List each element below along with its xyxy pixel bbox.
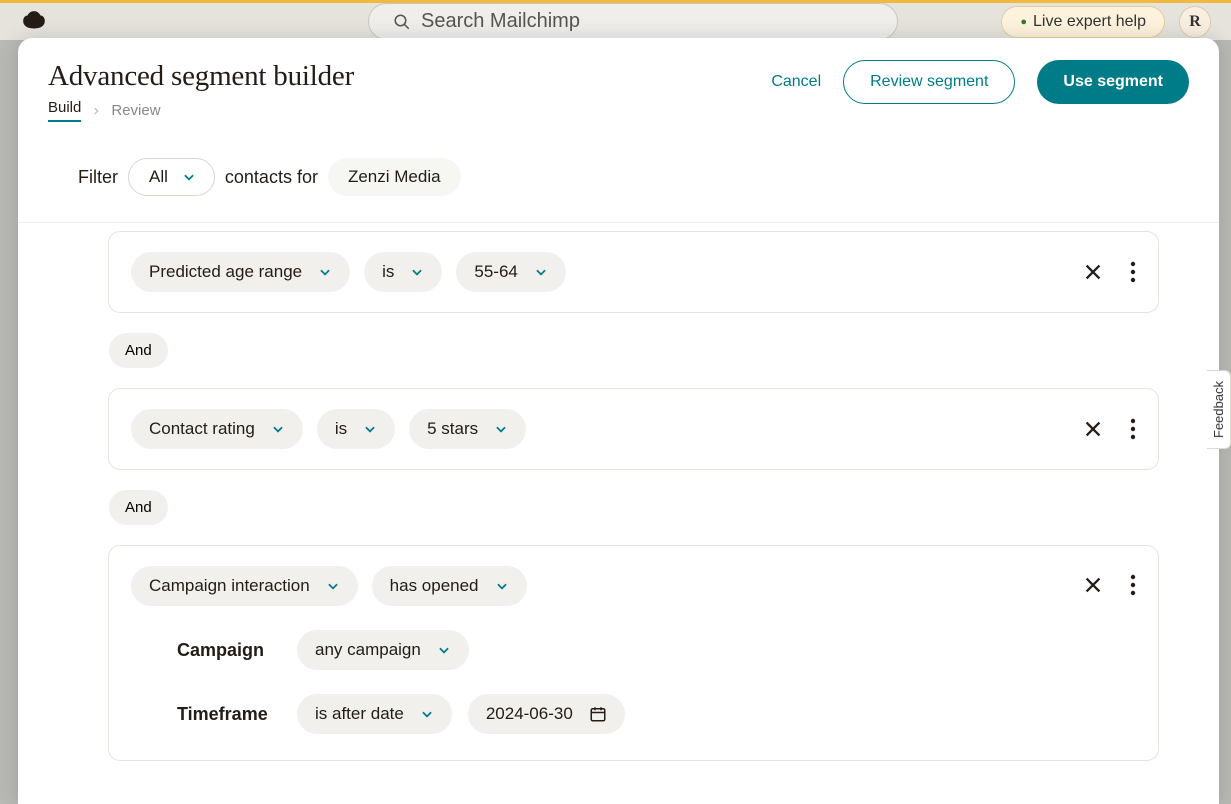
- campaign-label: Campaign: [177, 640, 281, 661]
- chevron-down-icon: [363, 422, 377, 436]
- field-dropdown[interactable]: Predicted age range: [131, 252, 350, 292]
- condition-card: Contact rating is 5 stars: [108, 388, 1159, 470]
- background-header: Search Mailchimp ● Live expert help R: [0, 0, 1231, 40]
- filter-scope-dropdown[interactable]: All: [128, 158, 215, 196]
- close-icon[interactable]: [1082, 261, 1104, 283]
- search-placeholder: Search Mailchimp: [421, 10, 580, 33]
- filter-label: Filter: [78, 167, 118, 188]
- value-dropdown[interactable]: 55-64: [456, 252, 565, 292]
- segment-builder-modal: Advanced segment builder Build Review Ca…: [18, 38, 1219, 804]
- feedback-tab[interactable]: Feedback: [1207, 370, 1231, 449]
- audience-name[interactable]: Zenzi Media: [328, 158, 461, 196]
- search-icon: [393, 13, 411, 31]
- connector-and[interactable]: And: [109, 333, 168, 368]
- chevron-down-icon: [318, 265, 332, 279]
- chevron-down-icon: [437, 643, 451, 657]
- chevron-down-icon: [420, 707, 434, 721]
- conditions-area: Predicted age range is 55-64: [18, 231, 1219, 804]
- field-dropdown[interactable]: Contact rating: [131, 409, 303, 449]
- modal-header: Advanced segment builder Build Review Ca…: [18, 38, 1219, 138]
- contacts-for-label: contacts for: [225, 167, 318, 188]
- connector-and[interactable]: And: [109, 490, 168, 525]
- connector: And: [109, 490, 1159, 525]
- header-actions: Cancel Review segment Use segment: [771, 60, 1189, 104]
- use-segment-button[interactable]: Use segment: [1037, 60, 1189, 104]
- chevron-down-icon: [410, 265, 424, 279]
- cancel-button[interactable]: Cancel: [771, 73, 821, 91]
- modal-title: Advanced segment builder: [48, 60, 354, 93]
- value-dropdown[interactable]: 5 stars: [409, 409, 526, 449]
- condition-card: Campaign interaction has opened: [108, 545, 1159, 761]
- filter-bar: Filter All contacts for Zenzi Media: [18, 138, 1219, 223]
- mailchimp-logo-icon: [20, 8, 48, 36]
- operator-dropdown[interactable]: is: [317, 409, 395, 449]
- operator-dropdown[interactable]: has opened: [372, 566, 527, 606]
- modal-body[interactable]: Filter All contacts for Zenzi Media Pred…: [18, 138, 1219, 804]
- operator-dropdown[interactable]: is: [364, 252, 442, 292]
- field-dropdown[interactable]: Campaign interaction: [131, 566, 358, 606]
- chevron-down-icon: [534, 265, 548, 279]
- connector: And: [109, 333, 1159, 368]
- chevron-down-icon: [182, 170, 196, 184]
- timeframe-op-dropdown[interactable]: is after date: [297, 694, 452, 734]
- avatar[interactable]: R: [1179, 6, 1211, 38]
- chevron-down-icon: [326, 579, 340, 593]
- more-icon[interactable]: [1130, 418, 1136, 440]
- review-segment-button[interactable]: Review segment: [843, 60, 1015, 104]
- timeframe-subrow: Timeframe is after date 2024-06-30: [177, 694, 1136, 734]
- live-help-button[interactable]: ● Live expert help: [1001, 6, 1165, 38]
- breadcrumb: Build Review: [48, 99, 354, 122]
- chevron-down-icon: [495, 579, 509, 593]
- more-icon[interactable]: [1130, 574, 1136, 596]
- search-bar[interactable]: Search Mailchimp: [368, 3, 898, 40]
- more-icon[interactable]: [1130, 261, 1136, 283]
- campaign-dropdown[interactable]: any campaign: [297, 630, 469, 670]
- calendar-icon: [589, 705, 607, 723]
- condition-card: Predicted age range is 55-64: [108, 231, 1159, 313]
- close-icon[interactable]: [1082, 574, 1104, 596]
- close-icon[interactable]: [1082, 418, 1104, 440]
- date-picker[interactable]: 2024-06-30: [468, 694, 625, 734]
- online-dot-icon: ●: [1020, 16, 1027, 28]
- breadcrumb-build[interactable]: Build: [48, 99, 81, 122]
- chevron-down-icon: [494, 422, 508, 436]
- campaign-subrow: Campaign any campaign: [177, 630, 1136, 670]
- breadcrumb-review[interactable]: Review: [111, 102, 160, 119]
- chevron-down-icon: [271, 422, 285, 436]
- timeframe-label: Timeframe: [177, 704, 281, 725]
- chevron-right-icon: [91, 106, 101, 116]
